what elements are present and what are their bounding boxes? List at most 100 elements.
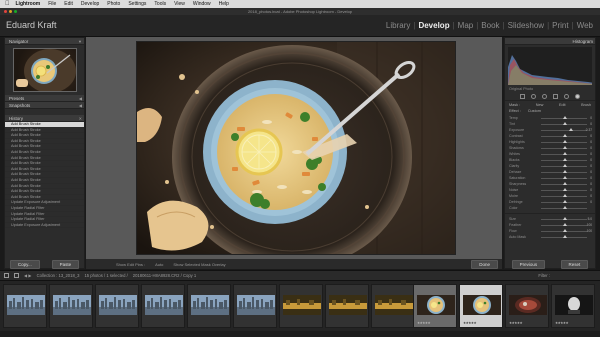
module-library[interactable]: Library bbox=[383, 21, 413, 30]
slider-knob[interactable] bbox=[563, 134, 567, 137]
adjustment-brush-icon[interactable] bbox=[575, 93, 580, 99]
slider-knob[interactable] bbox=[563, 194, 567, 197]
edit-pins-select[interactable]: Auto bbox=[155, 262, 163, 267]
image-canvas[interactable] bbox=[86, 37, 502, 259]
mask-edit-button[interactable]: Edit bbox=[559, 103, 566, 107]
menu-edit[interactable]: Edit bbox=[64, 1, 73, 7]
slider-knob[interactable] bbox=[563, 223, 567, 226]
menu-help[interactable]: Help bbox=[219, 1, 229, 7]
filmstrip-thumbnail[interactable] bbox=[371, 284, 415, 328]
slider-knob[interactable] bbox=[563, 116, 567, 119]
slider-knob[interactable] bbox=[563, 140, 567, 143]
expand-triangle-icon[interactable]: ◀ bbox=[79, 103, 82, 108]
slider-knob[interactable] bbox=[563, 235, 567, 238]
history-header[interactable]: History ✕ bbox=[5, 115, 84, 122]
slider-knob[interactable] bbox=[563, 188, 567, 191]
menu-app-name[interactable]: Lightroom bbox=[16, 1, 41, 7]
slider-color[interactable]: Color bbox=[505, 205, 595, 211]
menu-settings[interactable]: Settings bbox=[128, 1, 146, 7]
mask-new-button[interactable]: New bbox=[536, 103, 544, 107]
slider-knob[interactable] bbox=[563, 229, 567, 232]
menu-file[interactable]: File bbox=[48, 1, 56, 7]
presets-header[interactable]: Presets ◀ bbox=[5, 95, 84, 102]
expand-triangle-icon[interactable]: ◀ bbox=[79, 96, 82, 101]
menu-photo[interactable]: Photo bbox=[107, 1, 120, 7]
slider-knob[interactable] bbox=[563, 158, 567, 161]
star-rating[interactable]: ★★★★★ bbox=[463, 321, 477, 325]
slider-knob[interactable] bbox=[563, 164, 567, 167]
star-rating[interactable]: ★★★★★ bbox=[555, 321, 569, 325]
slider-knob[interactable] bbox=[563, 122, 567, 125]
mask-label: Mask : bbox=[509, 103, 521, 107]
filmstrip-thumbnail[interactable] bbox=[141, 284, 185, 328]
mask-brush-button[interactable]: Brush bbox=[581, 103, 591, 107]
menu-view[interactable]: View bbox=[174, 1, 185, 7]
filmstrip-thumbnail[interactable] bbox=[233, 284, 277, 328]
collapse-triangle-icon[interactable]: ▼ bbox=[78, 39, 82, 44]
filter-label[interactable]: Filter : bbox=[538, 273, 550, 278]
mask-overlay-checkbox[interactable]: Show Selected Mask Overlay bbox=[173, 262, 225, 267]
module-print[interactable]: Print bbox=[549, 21, 571, 30]
menu-develop[interactable]: Develop bbox=[81, 1, 99, 7]
reset-button[interactable]: Reset bbox=[560, 260, 589, 269]
slider-knob[interactable] bbox=[563, 206, 567, 209]
radial-filter-icon[interactable] bbox=[564, 93, 569, 99]
graduated-filter-icon[interactable] bbox=[553, 93, 558, 99]
done-button[interactable]: Done bbox=[471, 260, 498, 269]
module-web[interactable]: Web bbox=[574, 21, 596, 30]
navigator-preview[interactable] bbox=[13, 48, 77, 92]
crop-tool-icon[interactable] bbox=[520, 93, 525, 99]
menu-window[interactable]: Window bbox=[193, 1, 211, 7]
filmstrip-thumbnail[interactable] bbox=[3, 284, 47, 328]
filmstrip-thumbnail[interactable]: ★★★★★ bbox=[551, 284, 595, 328]
paste-button[interactable]: Paste bbox=[51, 260, 80, 269]
spot-removal-icon[interactable] bbox=[531, 93, 536, 99]
snapshots-header[interactable]: Snapshots ◀ bbox=[5, 102, 84, 109]
nav-arrows[interactable]: ◀ ▶ bbox=[24, 273, 32, 278]
filmstrip-thumbnail[interactable] bbox=[279, 284, 323, 328]
histogram-chart[interactable] bbox=[508, 47, 592, 85]
star-rating[interactable]: ★★★★★ bbox=[417, 321, 431, 325]
slider-knob[interactable] bbox=[563, 152, 567, 155]
slider-knob[interactable] bbox=[569, 128, 573, 131]
main-photo[interactable] bbox=[136, 41, 456, 255]
effect-preset-select[interactable]: Custom bbox=[528, 109, 541, 113]
slider-track[interactable] bbox=[541, 129, 587, 131]
filmstrip-thumbnail[interactable] bbox=[49, 284, 93, 328]
navigator-header[interactable]: Navigator ▼ bbox=[5, 38, 84, 45]
module-develop[interactable]: Develop bbox=[415, 21, 452, 30]
collection-source[interactable]: Collection : 13_2018_3 bbox=[37, 273, 80, 278]
history-item[interactable]: Update Exposure Adjustment bbox=[5, 223, 84, 229]
module-slideshow[interactable]: Slideshow bbox=[505, 21, 547, 30]
zoom-window-icon[interactable] bbox=[14, 10, 17, 13]
filmstrip-thumbnail[interactable]: ★★★★★ bbox=[459, 284, 503, 328]
slider-knob[interactable] bbox=[563, 170, 567, 173]
right-panel-buttons: Previous Reset bbox=[504, 260, 596, 269]
minimize-window-icon[interactable] bbox=[9, 10, 12, 13]
grid-view-icon[interactable] bbox=[4, 273, 9, 278]
filmstrip-thumbnail[interactable] bbox=[325, 284, 369, 328]
filmstrip-thumbnail[interactable]: ★★★★★ bbox=[505, 284, 549, 328]
filmstrip-thumbnail[interactable] bbox=[95, 284, 139, 328]
thumbnail-image bbox=[145, 295, 183, 315]
filmstrip-thumbnail[interactable] bbox=[187, 284, 231, 328]
apple-icon[interactable]:  bbox=[5, 1, 10, 7]
module-book[interactable]: Book bbox=[478, 21, 502, 30]
close-history-icon[interactable]: ✕ bbox=[79, 116, 82, 121]
previous-button[interactable]: Previous bbox=[511, 260, 546, 269]
slider-knob[interactable] bbox=[563, 182, 567, 185]
menu-tools[interactable]: Tools bbox=[154, 1, 166, 7]
copy-button[interactable]: Copy... bbox=[9, 260, 40, 269]
histogram-header[interactable]: Histogram bbox=[505, 38, 595, 45]
star-rating[interactable]: ★★★★★ bbox=[509, 321, 523, 325]
filmstrip-thumbnail[interactable]: ★★★★★ bbox=[413, 284, 457, 328]
slider-knob[interactable] bbox=[563, 200, 567, 203]
slider-knob[interactable] bbox=[563, 146, 567, 149]
close-window-icon[interactable] bbox=[4, 10, 7, 13]
slider-knob[interactable] bbox=[563, 176, 567, 179]
red-eye-icon[interactable] bbox=[542, 93, 547, 99]
module-map[interactable]: Map bbox=[455, 21, 477, 30]
slider-knob[interactable] bbox=[563, 217, 567, 220]
second-window-icon[interactable] bbox=[14, 273, 19, 278]
slider-auto-mask[interactable]: Auto Mask bbox=[505, 234, 595, 240]
